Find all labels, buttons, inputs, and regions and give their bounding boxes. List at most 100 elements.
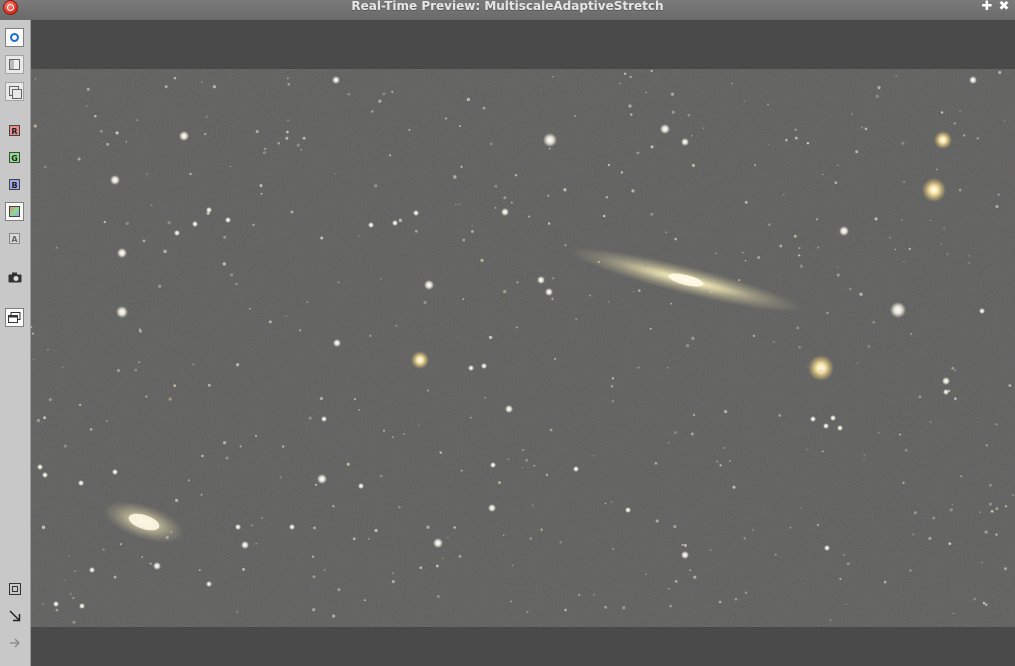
faint-star [860, 126, 864, 129]
astro-image[interactable] [31, 69, 1015, 627]
faint-star [235, 283, 238, 286]
faint-star [1004, 567, 1007, 571]
faint-star [901, 141, 905, 145]
faint-star [352, 537, 356, 541]
faint-star [391, 571, 394, 575]
faint-star [674, 431, 677, 434]
faint-star [89, 428, 93, 431]
star [490, 462, 496, 468]
rgb-channel-button[interactable] [5, 202, 24, 221]
faint-star [995, 423, 998, 426]
faint-star [665, 231, 668, 234]
star [922, 178, 946, 202]
faint-star [650, 69, 653, 73]
faint-star [145, 395, 148, 398]
faint-star [547, 222, 551, 225]
faint-star [299, 329, 302, 332]
star [206, 581, 212, 587]
faint-star [718, 600, 722, 604]
faint-star [863, 458, 865, 461]
faint-star [262, 151, 266, 155]
faint-star [645, 573, 648, 576]
zoom-to-fit-button[interactable] [5, 606, 24, 625]
faint-star [604, 605, 607, 609]
star [78, 480, 84, 486]
faint-star [229, 165, 232, 168]
faint-star [374, 528, 378, 533]
faint-star [612, 547, 615, 550]
star [505, 405, 513, 413]
faint-star [794, 136, 798, 140]
faint-star [119, 543, 122, 546]
faint-star [551, 297, 554, 300]
blue-channel-button[interactable]: B [5, 175, 24, 194]
overlay-button[interactable] [5, 82, 24, 101]
faint-star [31, 332, 35, 335]
faint-star [744, 200, 748, 204]
faint-star [981, 561, 984, 564]
faint-star [622, 606, 626, 610]
faint-star [636, 151, 640, 155]
faint-star [480, 258, 484, 262]
faint-star [895, 74, 898, 77]
faint-star [264, 147, 267, 150]
faint-star [563, 188, 567, 192]
split-view-button[interactable] [5, 55, 24, 74]
faint-star [379, 474, 383, 478]
faint-star [637, 366, 640, 369]
faint-star [656, 273, 660, 277]
preview-workspace[interactable] [31, 20, 1015, 666]
faint-star [529, 537, 533, 540]
alpha-channel-button[interactable]: A [5, 229, 24, 248]
window-icon [8, 311, 21, 323]
faint-star [691, 163, 695, 167]
faint-star [935, 168, 938, 171]
faint-star [903, 260, 905, 263]
faint-star [72, 596, 75, 600]
faint-star [369, 334, 372, 337]
faint-star [222, 262, 226, 266]
x-icon[interactable]: ✖ [997, 0, 1011, 14]
faint-star [910, 333, 913, 335]
plus-icon[interactable]: ✚ [980, 0, 994, 14]
faint-star [507, 458, 509, 461]
faint-star [743, 100, 745, 102]
new-window-button[interactable] [5, 308, 24, 327]
faint-star [877, 85, 881, 90]
faint-star [170, 531, 173, 533]
faint-star [670, 92, 674, 96]
faint-star [358, 235, 360, 237]
faint-star [150, 204, 153, 207]
star [179, 131, 189, 141]
faint-star [287, 119, 289, 122]
faint-star [503, 196, 507, 200]
faint-star [836, 164, 839, 167]
faint-star [447, 537, 449, 539]
faint-star [954, 369, 956, 372]
faint-star [458, 554, 462, 558]
faint-star [864, 127, 868, 131]
faint-star [836, 273, 840, 277]
faint-star [943, 227, 946, 230]
green-channel-button[interactable]: G [5, 148, 24, 167]
faint-star [863, 454, 865, 456]
star [235, 524, 241, 530]
faint-star [138, 361, 141, 364]
faint-star [618, 82, 621, 85]
faint-star [734, 597, 738, 601]
preview-mode-button[interactable] [5, 28, 24, 47]
faint-star [414, 229, 418, 233]
faint-star [462, 298, 465, 301]
faint-star [904, 448, 908, 452]
faint-star [959, 110, 961, 112]
fit-button[interactable] [5, 579, 24, 598]
faint-star [731, 82, 734, 85]
faint-star [855, 150, 859, 154]
faint-star [281, 445, 285, 448]
faint-star [989, 483, 992, 487]
faint-star [629, 75, 633, 79]
red-channel-button[interactable]: R [5, 121, 24, 140]
faint-star [767, 103, 769, 106]
snapshot-button[interactable] [5, 268, 24, 287]
track-button[interactable] [5, 633, 24, 652]
